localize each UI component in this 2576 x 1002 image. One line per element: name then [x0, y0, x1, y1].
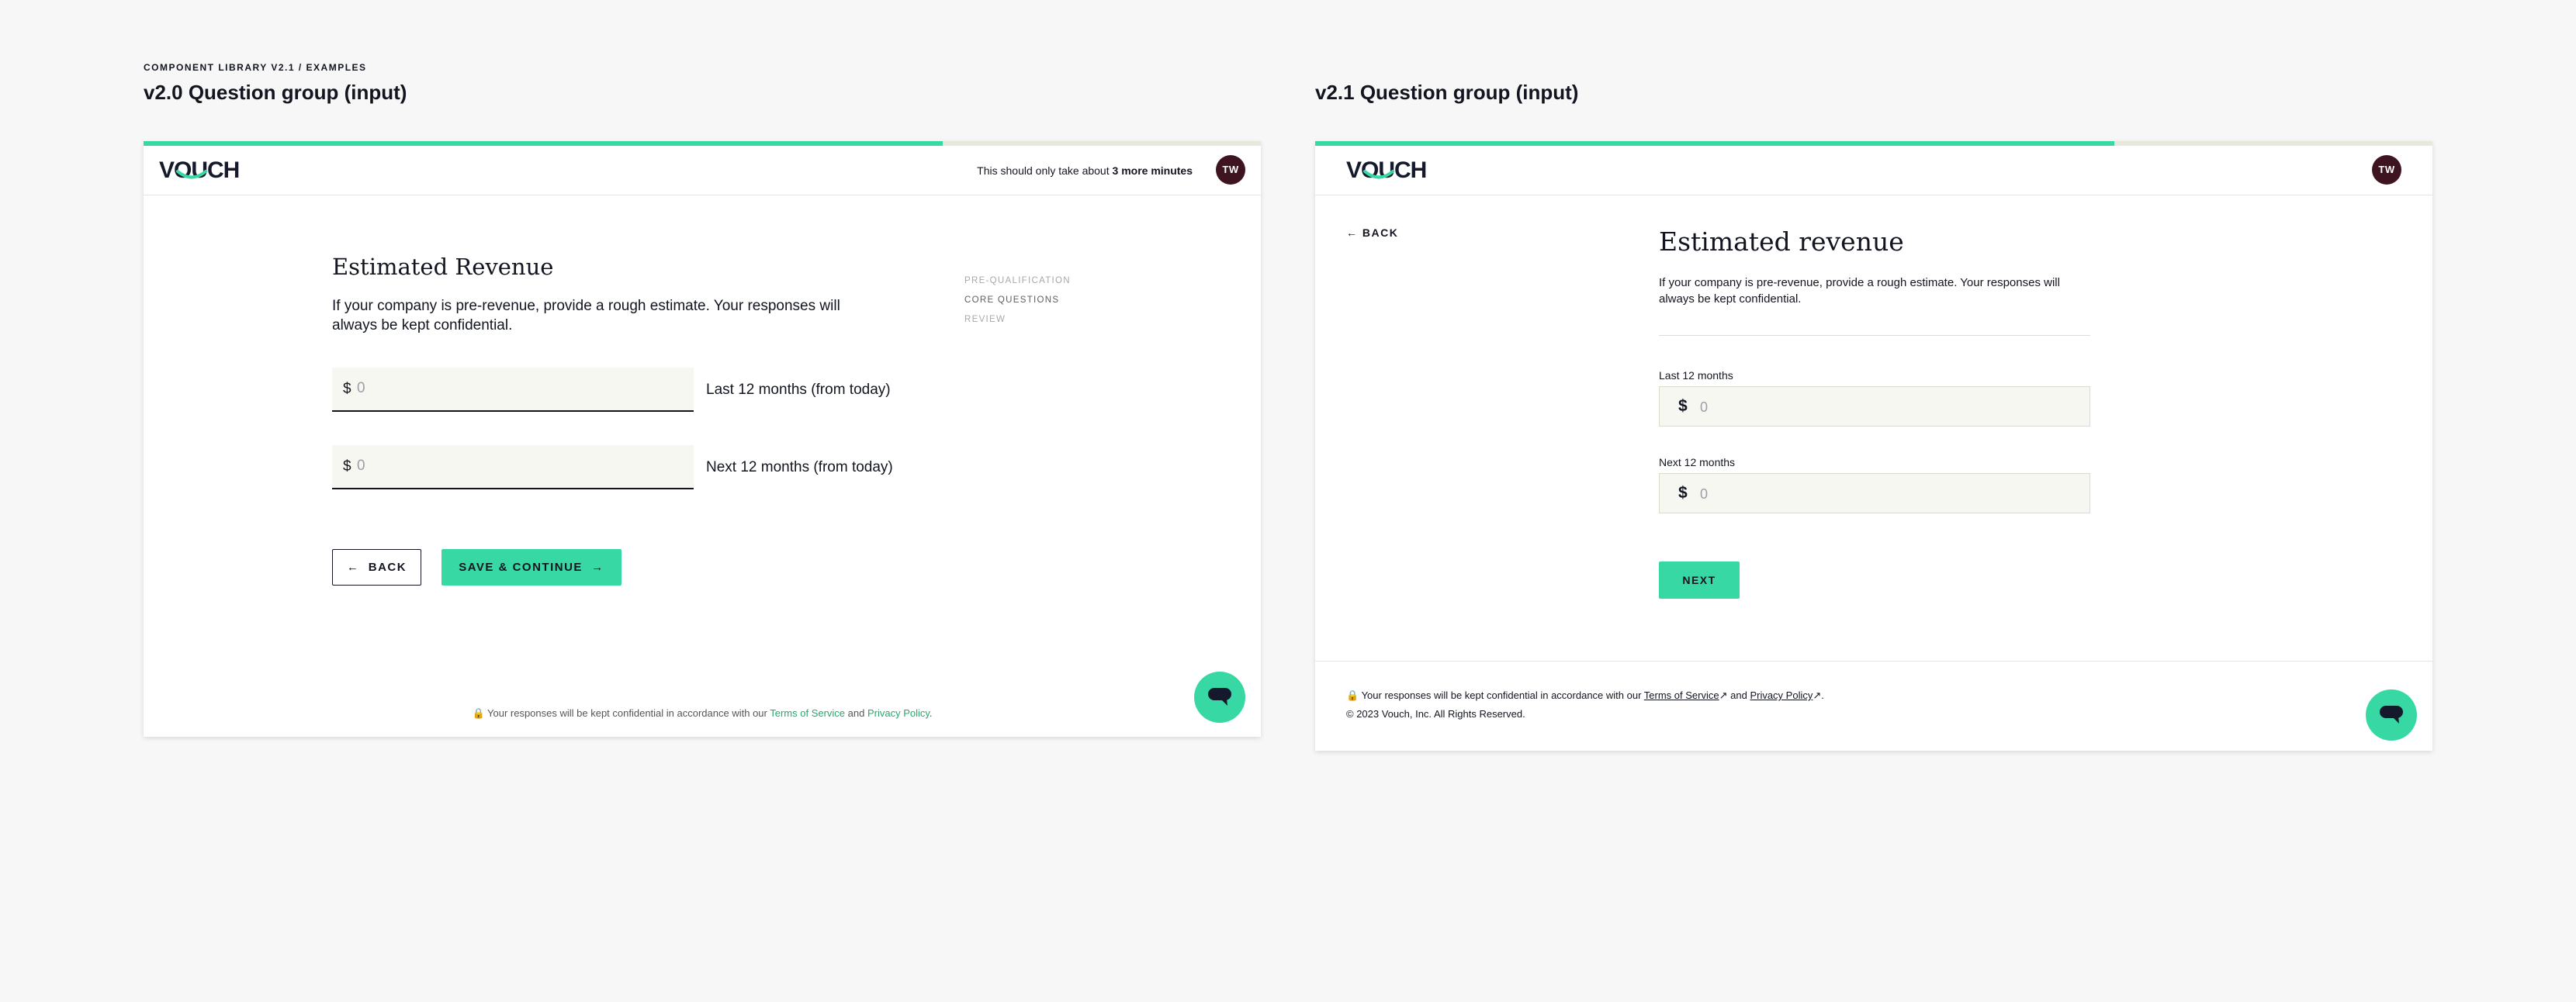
time-estimate-prefix: This should only take about [977, 164, 1113, 177]
app-header: VOUCH TW [1315, 146, 2432, 195]
save-continue-button[interactable]: SAVE & CONTINUE → [441, 549, 621, 586]
step-pre-qualification[interactable]: PRE-QUALIFICATION [964, 271, 1071, 291]
arrow-left-icon: ← [346, 561, 369, 574]
section-title-v20: v2.0 Question group (input) [144, 81, 407, 104]
revenue-last-12-input[interactable] [1698, 396, 2074, 418]
chat-bubble-icon [1208, 688, 1231, 706]
logo-swoosh-icon [1363, 170, 1394, 179]
question-description: If your company is pre-revenue, provide … [332, 298, 840, 333]
back-link-label: BACK [1362, 226, 1399, 239]
divider [1659, 335, 2090, 336]
back-button-label: BACK [368, 561, 407, 574]
vouch-logo[interactable]: VOUCH [159, 157, 244, 185]
footer-text: Your responses will be kept confidential… [1361, 689, 1644, 701]
frame-v20: VOUCH This should only take about 3 more… [144, 141, 1261, 737]
question-title: Estimated Revenue [332, 254, 554, 280]
question-description: If your company is pre-revenue, provide … [1659, 276, 2060, 306]
revenue-last-12-input[interactable] [355, 375, 669, 402]
revenue-next-12-field: $ [332, 445, 694, 489]
chat-bubble-icon [2380, 706, 2403, 724]
logo-swoosh-icon [176, 170, 207, 179]
terms-link[interactable]: Terms of Service [1644, 689, 1719, 701]
step-list: PRE-QUALIFICATION CORE QUESTIONS REVIEW [964, 271, 1071, 330]
copyright: © 2023 Vouch, Inc. All Rights Reserved. [1346, 708, 1525, 720]
time-estimate: This should only take about 3 more minut… [977, 164, 1193, 177]
footer-and: and [845, 707, 867, 719]
revenue-last-12-field: $ [332, 368, 694, 412]
privacy-link[interactable]: Privacy Policy [867, 707, 930, 719]
confidential-footer: 🔒 Your responses will be kept confidenti… [144, 707, 1261, 720]
footer-divider [1315, 661, 2432, 662]
revenue-next-12-label: Next 12 months [1659, 456, 1736, 468]
currency-symbol: $ [343, 458, 351, 475]
section-title-v21: v2.1 Question group (input) [1315, 81, 1579, 104]
footer-period: . [1821, 689, 1824, 701]
footer-and: and [1727, 689, 1750, 701]
app-header: VOUCH This should only take about 3 more… [144, 146, 1261, 195]
user-avatar[interactable]: TW [1216, 155, 1245, 185]
currency-symbol: $ [1678, 397, 1688, 415]
external-link-icon: ↗ [1813, 689, 1822, 701]
back-link[interactable]: ← BACK [1346, 226, 1398, 239]
revenue-last-12-field: $ [1659, 386, 2090, 427]
time-estimate-value: 3 more minutes [1112, 164, 1193, 177]
currency-symbol: $ [343, 381, 351, 397]
frame-v21: VOUCH TW ← BACK Estimated revenue If you… [1315, 141, 2432, 751]
currency-symbol: $ [1678, 484, 1688, 502]
revenue-next-12-input[interactable] [355, 453, 669, 479]
revenue-last-12-label: Last 12 months (from today) [706, 382, 891, 398]
privacy-link[interactable]: Privacy Policy [1750, 689, 1813, 701]
chat-button[interactable] [2366, 689, 2417, 741]
step-review[interactable]: REVIEW [964, 310, 1071, 330]
revenue-last-12-label: Last 12 months [1659, 369, 1733, 382]
question-title: Estimated revenue [1659, 226, 1904, 257]
back-button[interactable]: ← BACK [332, 549, 421, 586]
footer-text: Your responses will be kept confidential… [487, 707, 770, 719]
terms-link[interactable]: Terms of Service [770, 707, 845, 719]
external-link-icon: ↗ [1719, 689, 1728, 701]
arrow-left-icon: ← [1346, 226, 1362, 239]
user-avatar[interactable]: TW [2372, 155, 2401, 185]
confidential-footer: 🔒 Your responses will be kept confidenti… [1346, 689, 1824, 702]
next-button[interactable]: NEXT [1659, 561, 1740, 599]
step-core-questions[interactable]: CORE QUESTIONS [964, 291, 1071, 310]
revenue-next-12-field: $ [1659, 473, 2090, 513]
revenue-next-12-input[interactable] [1698, 483, 2074, 505]
breadcrumb: COMPONENT LIBRARY V2.1 / EXAMPLES [144, 62, 367, 73]
revenue-next-12-label: Next 12 months (from today) [706, 459, 893, 475]
vouch-logo[interactable]: VOUCH [1346, 157, 1432, 185]
lock-icon: 🔒 [472, 707, 485, 719]
save-continue-label: SAVE & CONTINUE [459, 561, 583, 574]
lock-icon: 🔒 [1346, 689, 1359, 701]
footer-period: . [929, 707, 933, 719]
arrow-right-icon: → [582, 561, 604, 574]
